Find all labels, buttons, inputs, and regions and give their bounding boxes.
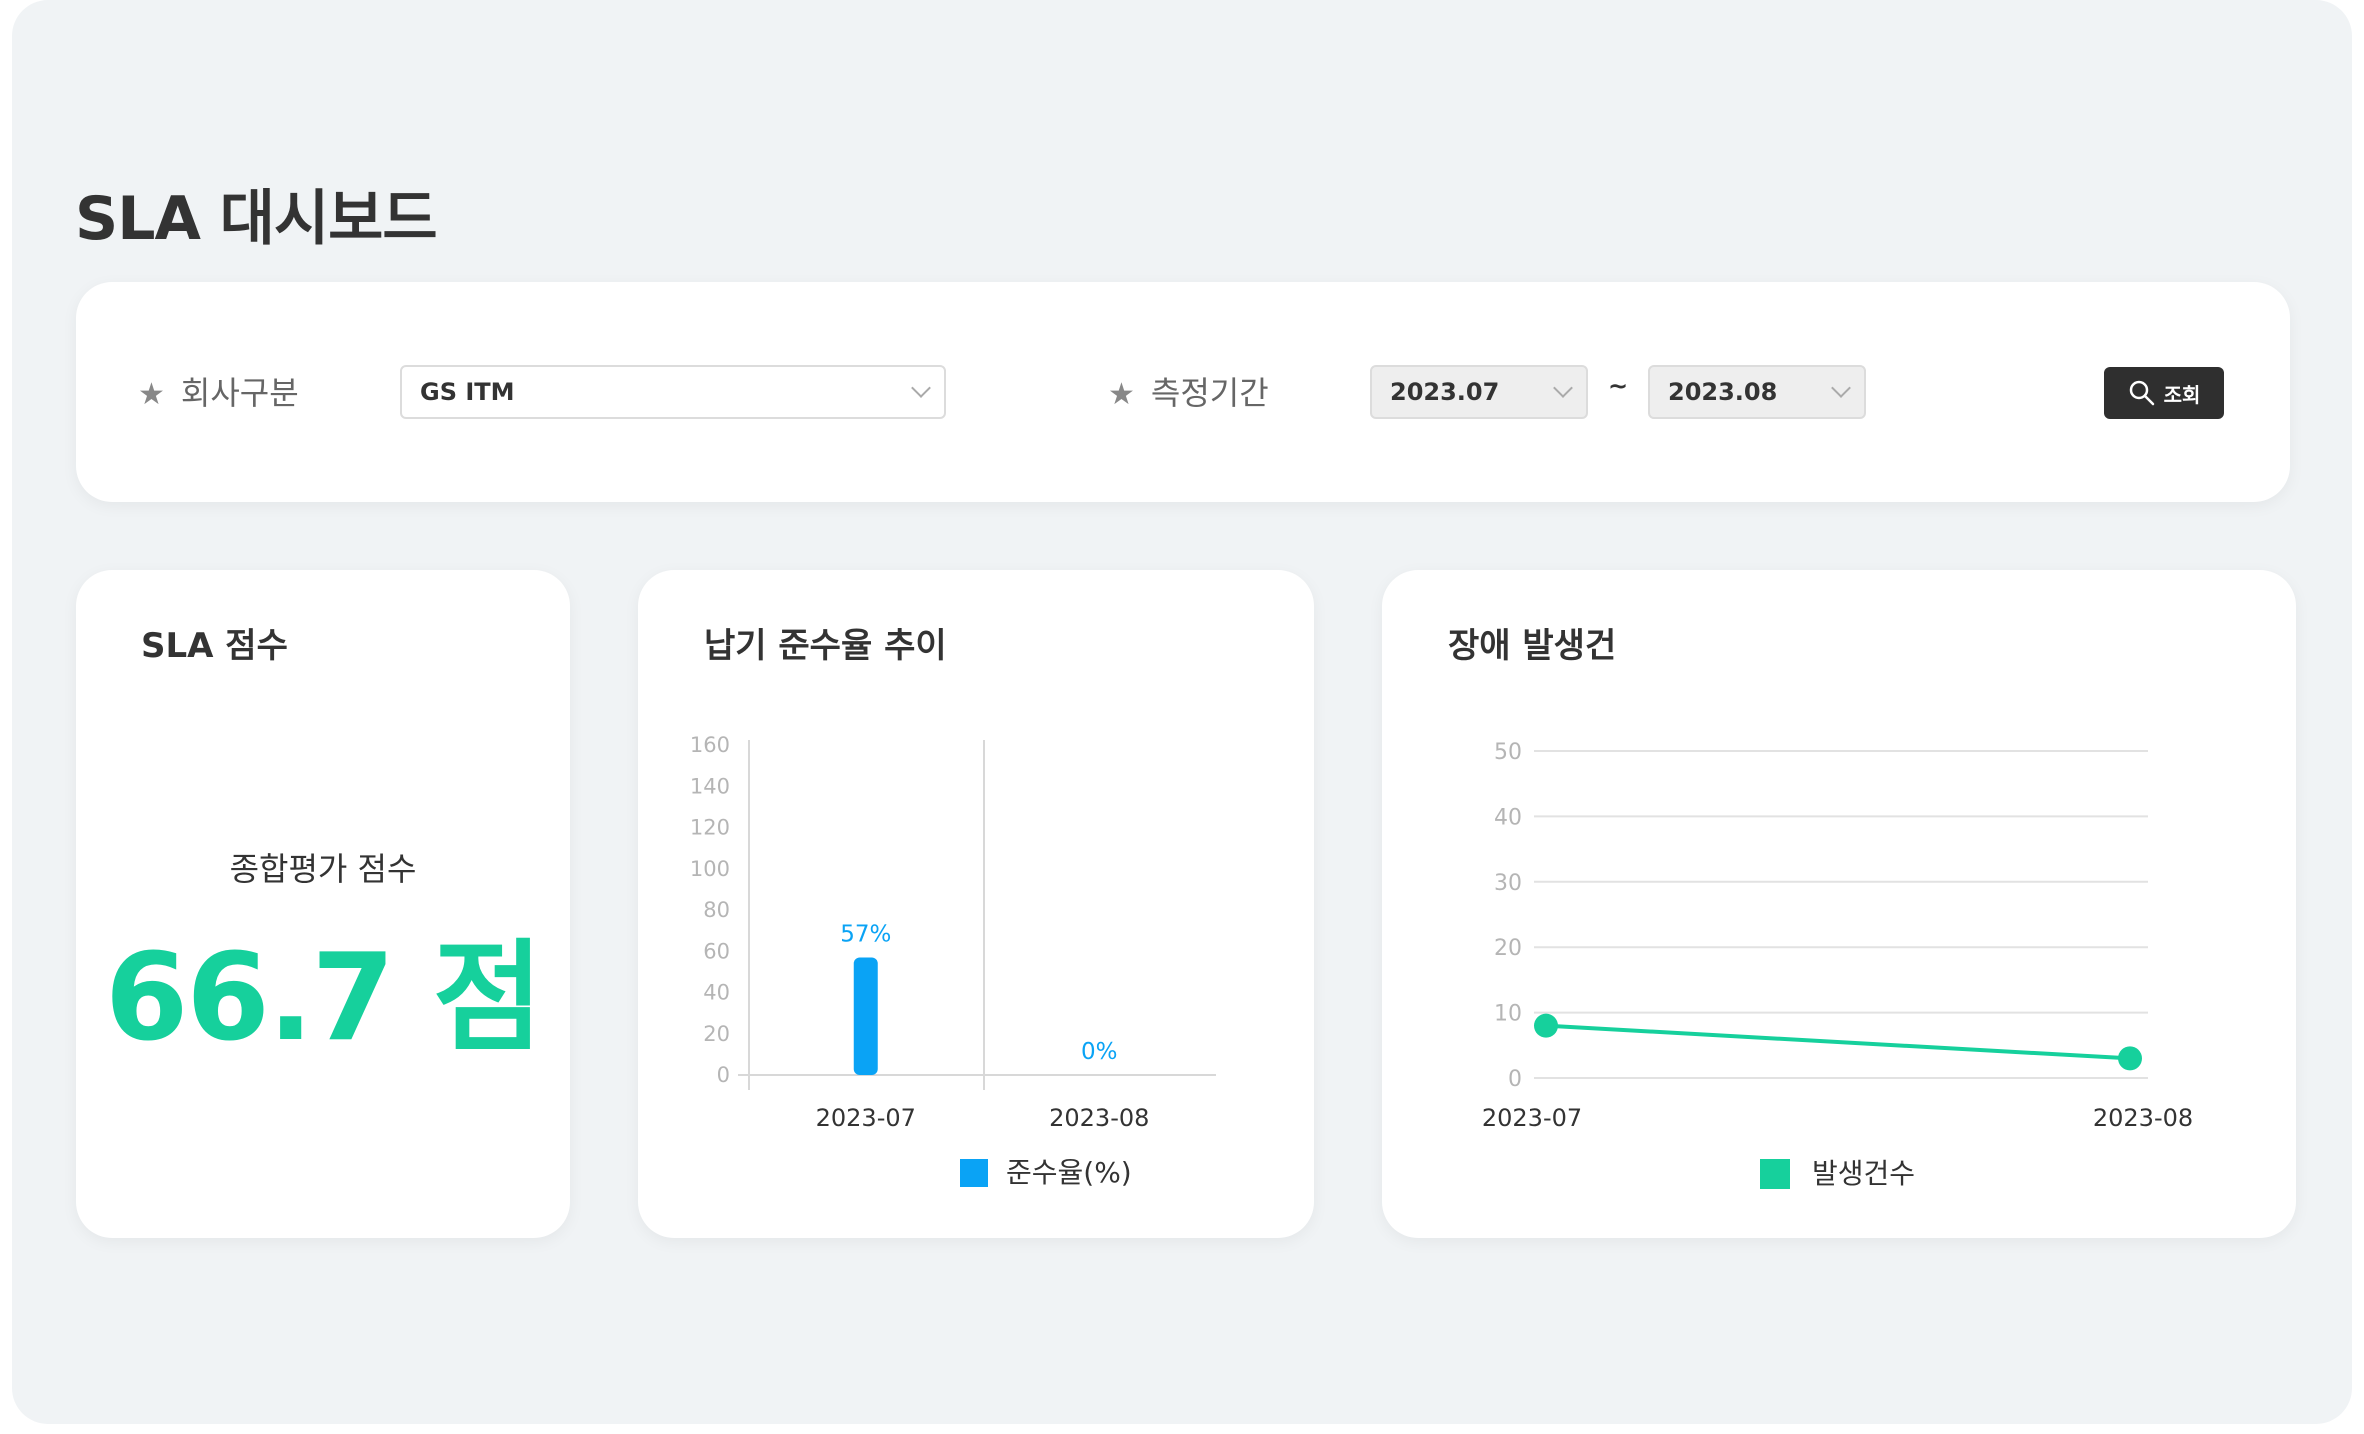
bar	[853, 957, 878, 1075]
legend-swatch	[960, 1159, 988, 1187]
y-tick-label: 0	[1508, 1067, 1522, 1092]
y-tick-label: 20	[703, 1022, 730, 1046]
overall-score-label: 종합평가 점수	[229, 850, 417, 888]
y-tick-label: 30	[1494, 871, 1522, 896]
chevron-down-icon	[911, 378, 931, 398]
y-tick-label: 100	[690, 857, 730, 881]
period-start-value: 2023.07	[1390, 378, 1500, 406]
legend-label: 발생건수	[1812, 1157, 1915, 1190]
legend-swatch	[1760, 1159, 1790, 1189]
period-label-text: 측정기간	[1150, 374, 1269, 412]
series-line	[1545, 1023, 2131, 1061]
company-filter-label: ★ 회사구분	[138, 373, 299, 415]
sla-score-title: SLA 점수	[141, 626, 288, 666]
overall-score-value: 66.7 점	[104, 929, 543, 1068]
company-select[interactable]: GS ITM	[400, 365, 946, 419]
y-tick-label: 10	[1494, 1002, 1522, 1027]
page-title: SLA 대시보드	[75, 184, 438, 254]
x-tick-label: 2023-08	[1049, 1104, 1149, 1132]
star-icon: ★	[138, 377, 165, 412]
search-button[interactable]: 조회	[2104, 367, 2224, 419]
data-point	[2118, 1046, 2142, 1071]
period-filter-label: ★ 측정기간	[1108, 373, 1269, 415]
star-icon: ★	[1108, 377, 1135, 412]
y-tick-label: 0	[717, 1063, 730, 1087]
x-tick-label: 2023-07	[816, 1104, 916, 1132]
data-point	[1534, 1013, 1558, 1038]
bar-data-label: 57%	[840, 921, 891, 947]
bar-data-label: 0%	[1081, 1039, 1118, 1065]
period-start-select[interactable]: 2023.07	[1370, 365, 1588, 419]
search-button-label: 조회	[2163, 384, 2201, 407]
company-label-text: 회사구분	[180, 374, 299, 412]
y-tick-label: 60	[703, 939, 730, 963]
incident-line-chart: 0 10 20 30 40 50 2023-07 2023-08 발생건수	[1482, 740, 2193, 1190]
y-tick-label: 120	[690, 816, 730, 840]
y-tick-label: 40	[703, 981, 730, 1005]
chevron-down-icon	[1831, 378, 1851, 398]
y-tick-label: 160	[690, 733, 730, 757]
y-tick-label: 50	[1494, 740, 1522, 765]
chevron-down-icon	[1553, 378, 1573, 398]
search-icon	[2129, 380, 2154, 406]
period-end-value: 2023.08	[1668, 378, 1778, 406]
y-tick-label: 80	[703, 898, 730, 922]
compliance-bar-chart: 0 20 40 60 80 100 120 140 160 57% 2023-07 0% 2023-08…	[690, 733, 1216, 1189]
legend-label: 준수율(%)	[1006, 1156, 1132, 1189]
period-end-select[interactable]: 2023.08	[1648, 365, 1866, 419]
y-tick-label: 20	[1494, 936, 1522, 961]
x-tick-label: 2023-08	[2093, 1104, 2193, 1132]
y-tick-label: 140	[690, 774, 730, 798]
x-tick-label: 2023-07	[1482, 1104, 1582, 1132]
period-separator: ~	[1608, 372, 1629, 400]
company-select-value: GS ITM	[420, 378, 515, 406]
y-tick-label: 40	[1494, 805, 1522, 830]
